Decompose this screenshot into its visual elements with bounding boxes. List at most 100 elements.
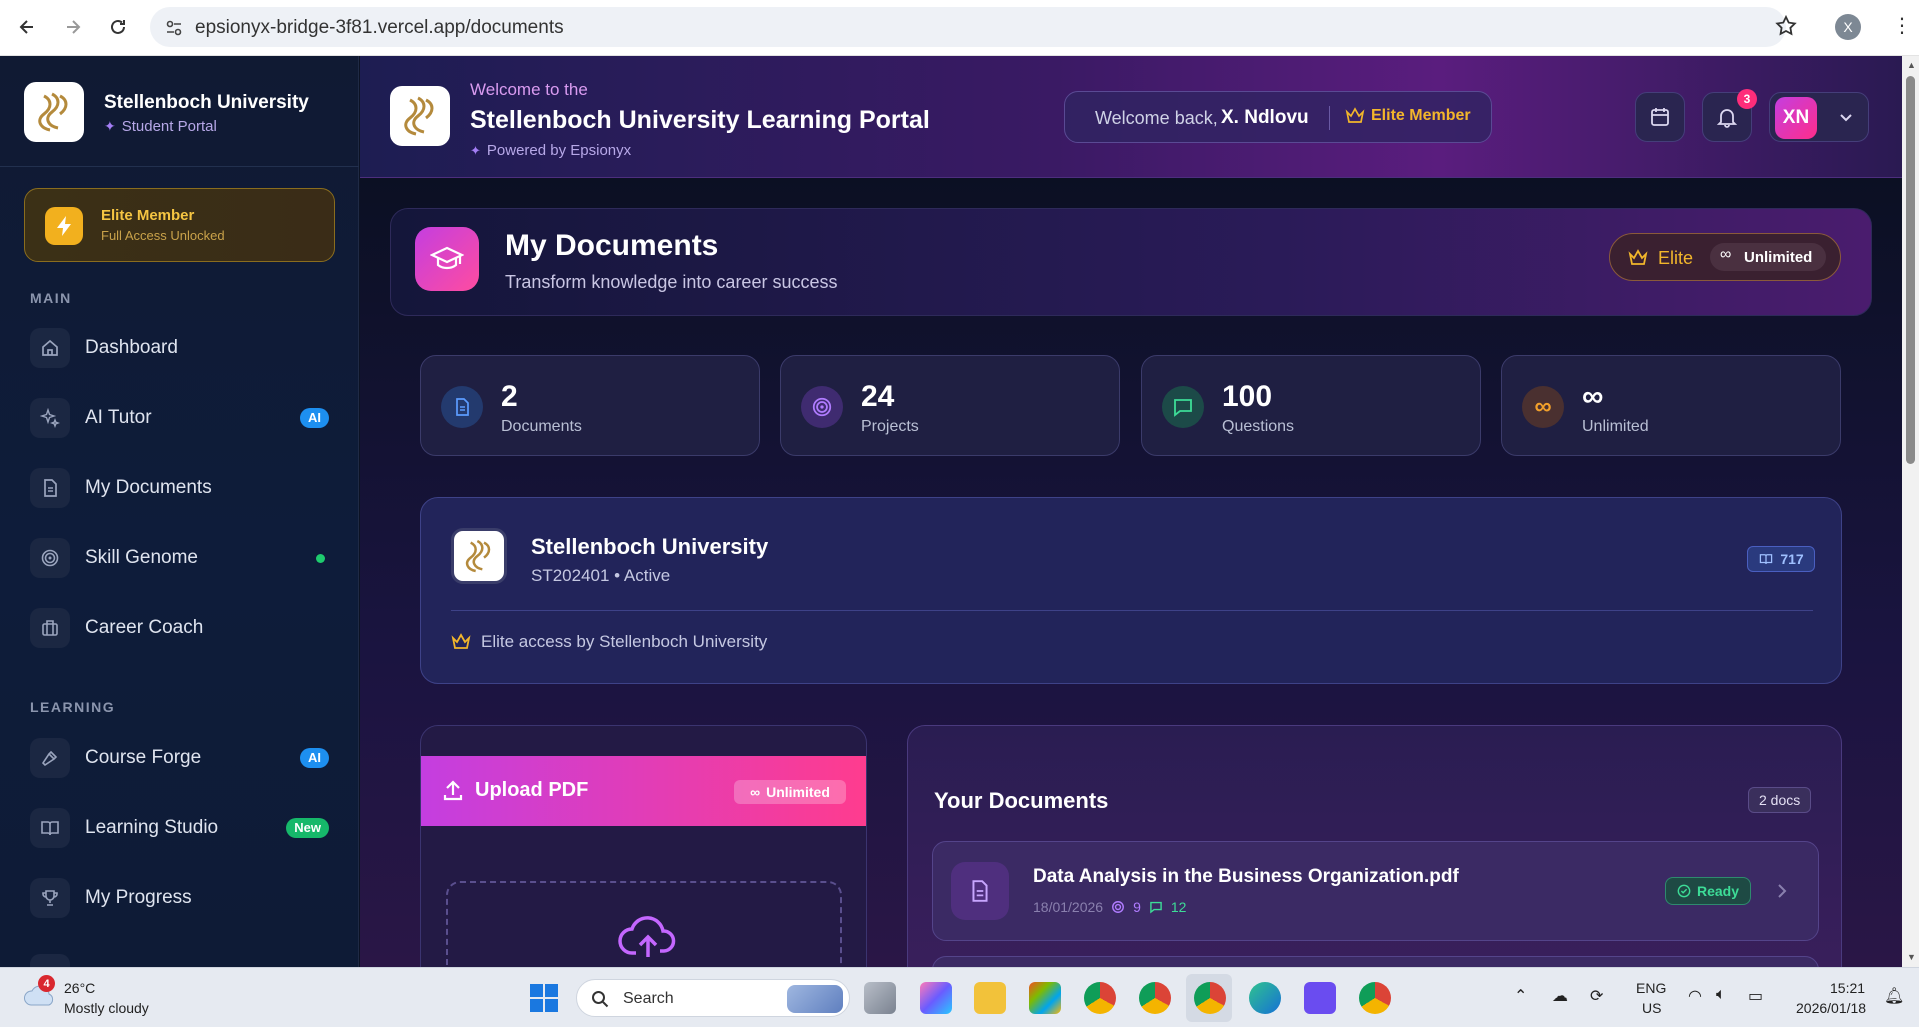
sidebar-item-course-forge[interactable]: Course Forge AI — [24, 730, 335, 786]
member-badge: Elite Member — [1345, 107, 1471, 125]
book-icon — [1760, 554, 1773, 565]
edge-icon[interactable] — [1249, 982, 1281, 1014]
stat-value: 24 — [861, 380, 895, 413]
stat-label: Projects — [861, 418, 919, 435]
documents-title: Your Documents — [934, 788, 1109, 813]
battery-icon[interactable]: ▭ — [1748, 986, 1763, 1006]
tier-limit: Unlimited — [1744, 249, 1813, 266]
task-view-icon[interactable] — [864, 982, 896, 1014]
document-icon — [441, 386, 483, 428]
notifications-bell-icon[interactable]: 🔔︎ — [1884, 986, 1904, 1006]
browser-menu-icon[interactable]: ⋮ — [1892, 16, 1912, 36]
stat-unlimited: ∞ ∞ Unlimited — [1501, 355, 1841, 456]
bookmark-star-icon[interactable] — [1774, 14, 1798, 43]
upload-badge: Unlimited — [766, 784, 830, 800]
clock-date[interactable]: 2026/01/18 — [1796, 1000, 1866, 1016]
sidebar-item-career-coach[interactable]: Career Coach — [24, 600, 335, 656]
notifications-button[interactable]: 3 — [1702, 89, 1757, 142]
brand-sub: ✦ Student Portal — [104, 118, 217, 135]
sidebar-item-label: Course Forge — [85, 747, 202, 768]
section-main-label: MAIN — [30, 290, 72, 306]
page-scrollbar[interactable]: ▲ ▼ — [1902, 56, 1919, 967]
powered-by-label: Powered by Epsionyx — [486, 142, 632, 159]
volume-icon[interactable]: 🔈︎ — [1716, 986, 1726, 1004]
sidebar-item-my-documents[interactable]: My Documents — [24, 460, 335, 516]
section-learning-label: LEARNING — [30, 699, 116, 715]
sidebar-item-label: AI Tutor — [85, 407, 152, 428]
documents-count-badge: 2 docs — [1748, 787, 1812, 813]
ready-status-badge: Ready — [1665, 877, 1751, 905]
access-note: Elite access by Stellenboch University — [451, 632, 767, 652]
browser-profile-avatar[interactable]: X — [1835, 14, 1861, 40]
reload-icon[interactable] — [103, 12, 133, 42]
lightning-icon — [45, 207, 83, 245]
scrollbar-thumb[interactable] — [1906, 76, 1915, 464]
sidebar-item-learning-studio[interactable]: Learning Studio New — [24, 800, 335, 856]
sidebar-item-skill-genome[interactable]: Skill Genome — [24, 530, 335, 586]
stat-value: 100 — [1222, 380, 1273, 413]
hammer-icon — [30, 738, 70, 778]
lang-bottom[interactable]: US — [1642, 1000, 1661, 1016]
brand-name: Stellenboch University — [104, 92, 309, 113]
weather-cloud-icon[interactable]: 4 — [22, 975, 56, 1009]
scroll-up-arrow-icon[interactable]: ▲ — [1907, 60, 1916, 70]
notification-count-badge: 3 — [1737, 89, 1757, 109]
chrome-icon[interactable] — [1084, 982, 1116, 1014]
top-header: Welcome to the Stellenboch University Le… — [360, 56, 1902, 178]
ai-badge: AI — [300, 408, 329, 428]
search-placeholder: Search — [623, 990, 674, 1007]
document-name[interactable]: Data Analysis in the Business Organizati… — [1033, 866, 1459, 888]
chevron-right-icon[interactable] — [1775, 882, 1789, 900]
file-explorer-icon[interactable] — [974, 982, 1006, 1014]
sidebar-item-label: Dashboard — [85, 337, 178, 358]
weather-alert-badge: 4 — [38, 975, 55, 992]
upload-dropzone[interactable] — [446, 881, 842, 967]
divider — [451, 610, 1813, 611]
check-circle-icon — [1677, 884, 1691, 898]
document-meta: 18/01/2026 9 12 — [1033, 899, 1186, 915]
search-highlight-image — [787, 985, 843, 1013]
sidebar-item-label: Skill Genome — [85, 547, 198, 568]
sidebar-item-dashboard[interactable]: Dashboard — [24, 320, 335, 376]
chrome-secondary-icon[interactable] — [1359, 982, 1391, 1014]
library-count-badge[interactable]: 717 — [1747, 546, 1815, 572]
sparkles-icon — [30, 398, 70, 438]
upload-header: Upload PDF ∞ Unlimited — [421, 756, 866, 826]
document-row[interactable]: Data Analysis in the Business Organizati… — [932, 841, 1819, 941]
sidebar-item-label: My Documents — [85, 477, 212, 498]
trophy-icon — [30, 878, 70, 918]
app-icon[interactable] — [1304, 982, 1336, 1014]
forward-icon[interactable] — [58, 12, 88, 42]
portal-title: Stellenboch University Learning Portal — [470, 106, 930, 134]
tray-chevron-up-icon[interactable]: ⌃ — [1514, 986, 1527, 1006]
member-label: Elite Member — [1371, 107, 1471, 124]
cloud-off-icon[interactable]: ☁ — [1552, 986, 1568, 1006]
sidebar-item-ai-tutor[interactable]: AI Tutor AI — [24, 390, 335, 446]
wifi-icon[interactable]: ◠ — [1688, 986, 1702, 1006]
briefcase-icon — [30, 608, 70, 648]
weather-temp: 26°C — [64, 980, 96, 996]
chevron-down-icon — [1840, 114, 1852, 122]
taskbar-search[interactable]: Search — [576, 979, 850, 1017]
tier-pill: Elite ∞ Unlimited — [1609, 233, 1841, 281]
clock-time[interactable]: 15:21 — [1830, 980, 1865, 996]
url-text[interactable]: epsionyx-bridge-3f81.vercel.app/document… — [195, 17, 564, 39]
windows-taskbar: 4 26°C Mostly cloudy Search ⌃ ☁ ⟳ ENG US… — [0, 967, 1919, 1027]
chrome-active-icon[interactable] — [1194, 982, 1226, 1014]
sync-icon[interactable]: ⟳ — [1590, 986, 1603, 1006]
infinity-icon: ∞ — [1720, 246, 1732, 263]
microsoft-store-icon[interactable] — [1029, 982, 1061, 1014]
elite-member-card[interactable]: Elite Member Full Access Unlocked — [24, 188, 335, 262]
site-info-icon[interactable] — [164, 18, 184, 43]
scroll-down-arrow-icon[interactable]: ▼ — [1907, 952, 1916, 962]
copilot-icon[interactable] — [920, 982, 952, 1014]
calendar-button[interactable] — [1635, 92, 1685, 142]
sidebar-item-my-progress[interactable]: My Progress — [24, 870, 335, 926]
stat-value: 2 — [501, 380, 518, 413]
weather-desc: Mostly cloudy — [64, 1000, 149, 1016]
user-menu-button[interactable]: XN — [1769, 92, 1869, 142]
windows-start-icon[interactable] — [528, 982, 560, 1014]
chrome-profile-icon[interactable] — [1139, 982, 1171, 1014]
lang-top[interactable]: ENG — [1636, 980, 1666, 996]
back-icon[interactable] — [12, 12, 42, 42]
